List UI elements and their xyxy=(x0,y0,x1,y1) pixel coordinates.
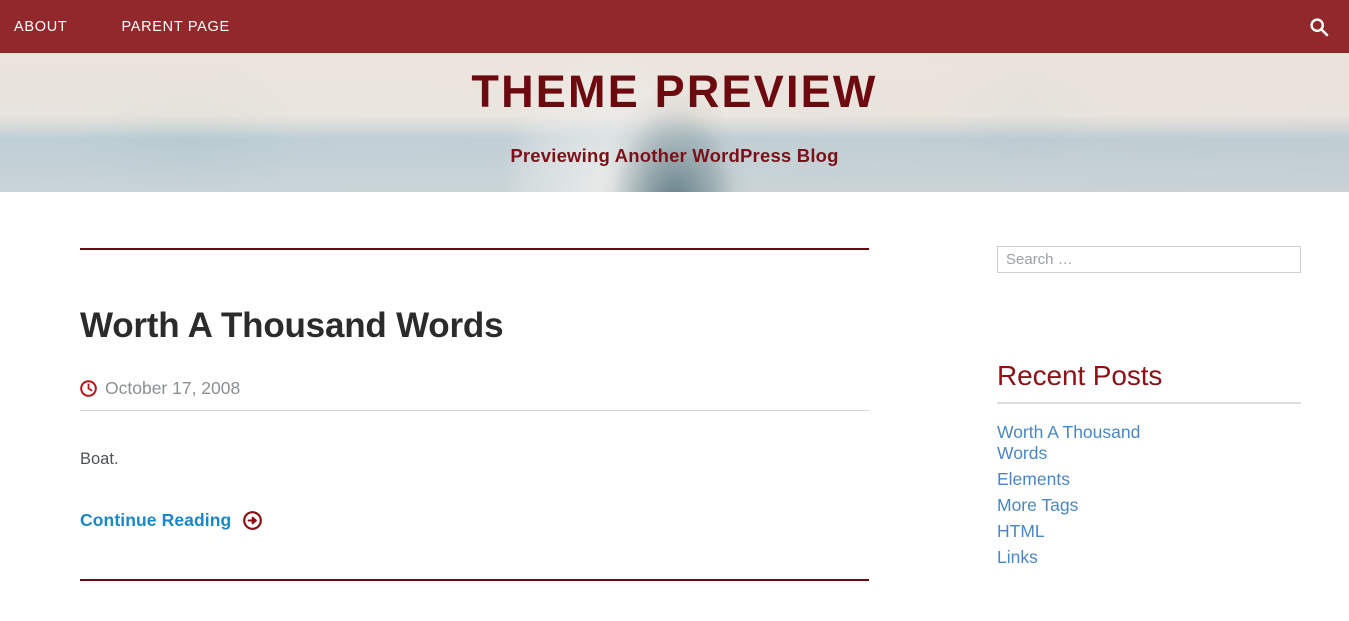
arrow-circle-right-icon[interactable] xyxy=(243,511,263,530)
recent-posts-list: Worth A Thousand Words Elements More Tag… xyxy=(997,422,1173,568)
site-title[interactable]: THEME PREVIEW xyxy=(0,66,1349,117)
list-item: HTML xyxy=(997,521,1173,542)
main-content: Worth A Thousand Words October 17, 2008 … xyxy=(80,192,869,581)
nav-item-parent-page[interactable]: Parent Page xyxy=(121,19,245,35)
search-input[interactable] xyxy=(997,246,1301,273)
nav-item-about[interactable]: About xyxy=(14,19,83,35)
list-item: More Tags xyxy=(997,495,1173,516)
post-top-divider xyxy=(80,248,869,250)
site-tagline: Previewing Another WordPress Blog xyxy=(510,145,839,167)
recent-post-link[interactable]: Links xyxy=(997,547,1038,567)
continue-reading-row: Continue Reading xyxy=(80,510,869,531)
post-meta: October 17, 2008 xyxy=(80,378,869,412)
search-icon xyxy=(1310,17,1329,36)
search-toggle-button[interactable] xyxy=(1306,14,1332,40)
recent-post-link[interactable]: Elements xyxy=(997,469,1070,489)
clock-icon xyxy=(80,380,97,398)
post-title[interactable]: Worth A Thousand Words xyxy=(80,306,869,346)
post-excerpt: Boat. xyxy=(80,450,119,469)
list-item: Links xyxy=(997,547,1173,568)
page-body: Worth A Thousand Words October 17, 2008 … xyxy=(0,192,1349,581)
list-item: Worth A Thousand Words xyxy=(997,422,1173,464)
header-text-block: THEME PREVIEW Previewing Another WordPre… xyxy=(0,53,1349,167)
list-item: Elements xyxy=(997,469,1173,490)
sidebar: Recent Posts Worth A Thousand Words Elem… xyxy=(869,192,1301,581)
site-header-banner: THEME PREVIEW Previewing Another WordPre… xyxy=(0,53,1349,192)
recent-post-link[interactable]: Worth A Thousand Words xyxy=(997,422,1140,463)
recent-posts-heading: Recent Posts xyxy=(997,360,1301,404)
nav-menu: About Parent Page xyxy=(14,19,246,35)
post-bottom-divider xyxy=(80,579,869,581)
recent-post-link[interactable]: More Tags xyxy=(997,495,1078,515)
recent-post-link[interactable]: HTML xyxy=(997,521,1045,541)
continue-reading-link[interactable]: Continue Reading xyxy=(80,510,231,531)
post-date[interactable]: October 17, 2008 xyxy=(105,378,240,399)
primary-navigation-bar: About Parent Page xyxy=(0,0,1349,53)
